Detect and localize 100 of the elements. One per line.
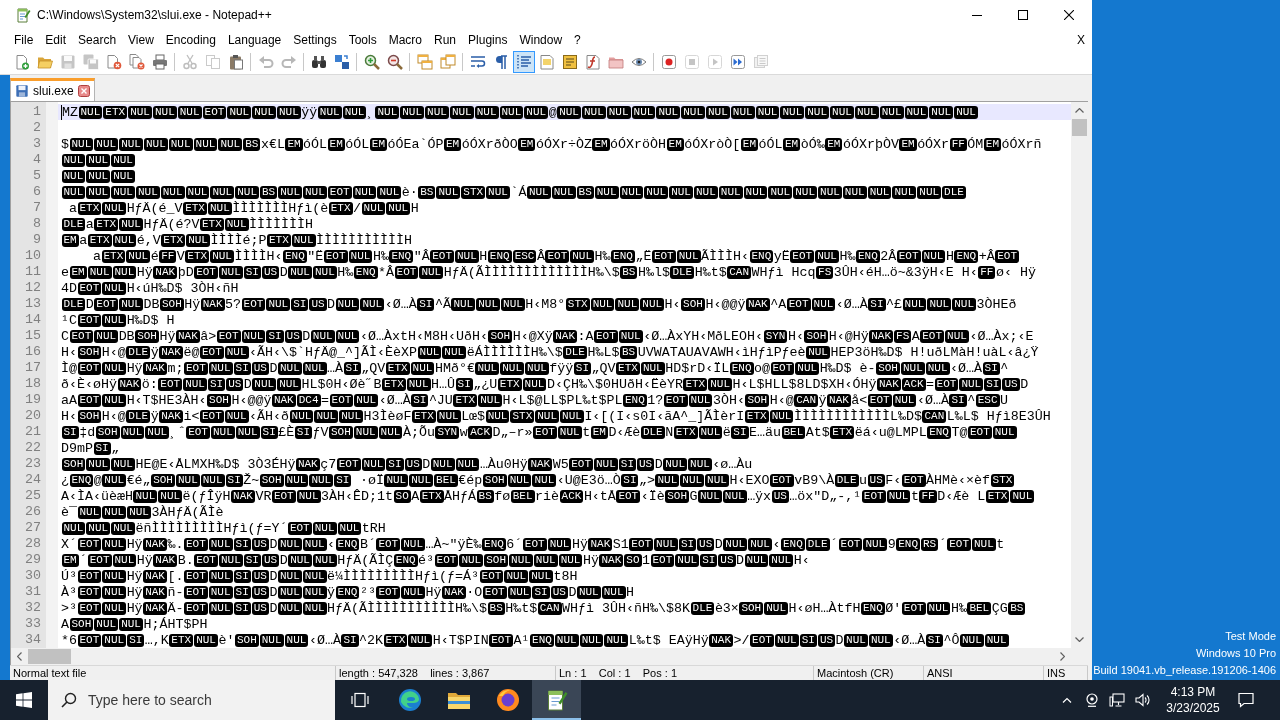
line-number: 11 xyxy=(24,264,42,280)
code-text: ‹Ø…ÀxYH‹MðLEOH‹ xyxy=(643,328,764,344)
menu-item[interactable]: Window xyxy=(513,33,569,47)
zoom-in-icon[interactable] xyxy=(363,54,380,70)
control-character: SI xyxy=(233,361,251,375)
menu-item[interactable]: Language xyxy=(221,33,288,47)
menu-item[interactable]: View xyxy=(122,33,160,47)
menu-item[interactable]: Run xyxy=(428,33,463,47)
lined-note-icon[interactable] xyxy=(561,54,578,70)
two-squares-icon[interactable] xyxy=(333,54,350,70)
printer-icon[interactable] xyxy=(151,54,168,70)
menu-item[interactable]: Encoding xyxy=(159,33,222,47)
clock-date[interactable]: 3/23/2025 xyxy=(1166,700,1220,716)
page-delete-icon[interactable] xyxy=(105,54,122,70)
control-character: EOT xyxy=(376,537,401,551)
scrollbar-thumb[interactable] xyxy=(28,649,71,664)
control-character: EOT xyxy=(77,633,102,647)
speaker-icon[interactable] xyxy=(1135,693,1151,707)
control-character: NUL xyxy=(401,537,426,551)
menu-item[interactable]: ? xyxy=(568,33,587,47)
control-character: NUL xyxy=(780,105,805,119)
control-character: US xyxy=(697,537,715,551)
new-file-icon[interactable] xyxy=(13,54,30,70)
control-character: SOH xyxy=(665,489,689,503)
control-character: NUL xyxy=(291,233,316,247)
control-character: EOT xyxy=(786,297,811,311)
notification-icon[interactable] xyxy=(1238,692,1254,708)
control-character: SOH xyxy=(259,473,284,487)
chevron-up-icon[interactable] xyxy=(1075,108,1084,113)
control-character: NUL xyxy=(805,105,830,119)
control-character: EOT xyxy=(69,329,94,343)
control-character: ETX xyxy=(101,249,126,263)
function-icon[interactable] xyxy=(584,54,601,70)
pages-delete-icon[interactable] xyxy=(128,54,145,70)
control-character: NUL xyxy=(227,105,252,119)
control-character: NUL xyxy=(744,553,769,567)
circle-logo-icon[interactable] xyxy=(495,688,520,712)
control-character: SI xyxy=(455,377,473,391)
control-character: ETX xyxy=(385,361,410,375)
control-character: EOT xyxy=(867,393,892,407)
clipboard-icon[interactable] xyxy=(227,54,244,70)
code-text: H‹ xyxy=(61,344,77,360)
control-character: EM xyxy=(327,137,345,151)
record-icon[interactable] xyxy=(660,54,677,70)
scrollbar-thumb[interactable] xyxy=(1072,119,1087,136)
code-text: = xyxy=(321,392,330,408)
clock-time[interactable]: 4:13 PM xyxy=(1170,684,1216,700)
menu-item[interactable]: Plugins xyxy=(462,33,514,47)
close-icon[interactable] xyxy=(1064,10,1074,20)
code-text: Hÿ xyxy=(159,328,176,344)
menu-item[interactable]: Edit xyxy=(39,33,73,47)
control-character: SOH xyxy=(739,601,764,615)
control-character: SI xyxy=(225,473,243,487)
control-character: NUL xyxy=(499,105,524,119)
control-character: EM xyxy=(285,137,303,151)
menu-item[interactable]: Tools xyxy=(342,33,383,47)
menu-item[interactable]: Settings xyxy=(287,33,343,47)
control-character: NUL xyxy=(723,537,748,551)
binoculars-icon[interactable] xyxy=(310,54,327,70)
menu-item[interactable]: File xyxy=(8,33,40,47)
code-text: Hÿ xyxy=(126,360,143,376)
code-text: H‰ xyxy=(372,248,389,264)
code-text: ÅHƒÁ xyxy=(444,488,477,504)
chevron-down-icon[interactable] xyxy=(1075,637,1084,642)
search-field[interactable]: Type here to search xyxy=(48,680,335,720)
document-icon[interactable] xyxy=(538,54,555,70)
monitor-icon[interactable] xyxy=(1109,693,1125,707)
control-character: SI xyxy=(207,377,226,391)
menu-item[interactable]: Search xyxy=(72,33,123,47)
control-character: NUL xyxy=(815,249,839,263)
control-character: NUL xyxy=(972,537,996,551)
fast-forward-icon[interactable] xyxy=(729,54,746,70)
task-view-icon[interactable] xyxy=(351,692,369,708)
minimize-icon[interactable] xyxy=(972,14,982,16)
maximize-icon[interactable] xyxy=(1018,10,1028,20)
menu-item[interactable]: Macro xyxy=(382,33,428,47)
swirl-icon[interactable] xyxy=(397,688,422,712)
code-text: ¸ xyxy=(366,104,375,120)
code-text: ‡d xyxy=(79,424,96,440)
zoom-out-icon[interactable] xyxy=(386,54,403,70)
webcam-icon[interactable] xyxy=(1085,693,1099,707)
document-tab[interactable]: slui.exe xyxy=(10,78,95,101)
control-character: NUL xyxy=(929,105,954,119)
notepad-icon[interactable] xyxy=(532,680,581,720)
control-character: EOT xyxy=(199,345,224,359)
line-number: 18 xyxy=(24,376,42,392)
chevron-left-icon[interactable] xyxy=(17,652,22,661)
chevron-right-icon[interactable] xyxy=(1060,652,1065,661)
line-number: 28 xyxy=(24,536,42,552)
code-text: C xyxy=(61,328,69,344)
code-text: I‹[(I‹s0I‹ãA^_]ÃÌèrI xyxy=(584,408,745,424)
line-number: 9 xyxy=(32,232,42,248)
control-character: BEL xyxy=(967,601,992,615)
indent-guide-icon[interactable] xyxy=(512,51,535,73)
line-number: 13 xyxy=(24,296,42,312)
close-document-button[interactable]: X xyxy=(1077,33,1085,47)
control-character: NUL xyxy=(576,585,601,599)
windows-logo-icon[interactable] xyxy=(16,692,32,708)
word-wrap-icon[interactable] xyxy=(469,54,486,70)
control-character: US xyxy=(261,553,280,567)
